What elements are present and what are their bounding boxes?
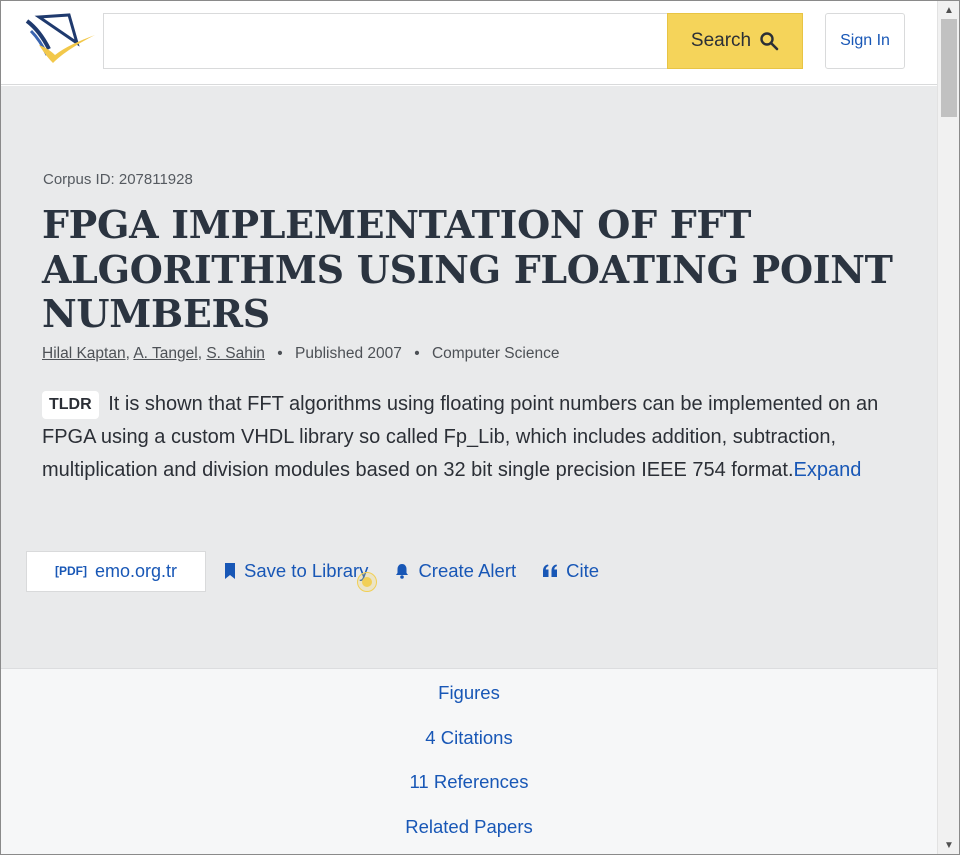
author-link[interactable]: A. Tangel <box>133 345 197 362</box>
alert-label: Create Alert <box>418 560 517 581</box>
paper-meta: Hilal Kaptan, A. Tangel, S. Sahin • Publ… <box>42 345 560 362</box>
separator-dot: • <box>414 345 420 362</box>
publication-date: Published 2007 <box>295 345 402 362</box>
search-button[interactable]: Search <box>667 13 803 69</box>
search-icon <box>760 32 779 51</box>
save-label: Save to Library <box>244 560 369 581</box>
expand-link[interactable]: Expand <box>794 459 862 481</box>
save-to-library-button[interactable]: Save to Library <box>224 560 377 592</box>
pdf-source: emo.org.tr <box>94 560 178 581</box>
paper-actions: [PDF] emo.org.tr Save to Library Create … <box>26 550 599 592</box>
nav-citations[interactable]: 4 Citations <box>1 727 937 749</box>
field-of-study: Computer Science <box>431 345 560 362</box>
tldr-text: It is shown that FFT algorithms using fl… <box>42 393 879 481</box>
author-link[interactable]: Hilal Kaptan <box>42 345 126 362</box>
semantic-scholar-logo-icon[interactable] <box>25 13 97 67</box>
bell-icon <box>396 564 409 579</box>
vertical-scrollbar[interactable]: ▲ ▼ <box>937 1 959 854</box>
bookmark-icon <box>225 563 235 579</box>
paper-section-nav: Figures 4 Citations 11 References Relate… <box>1 668 937 854</box>
tldr-section: TLDR It is shown that FFT algorithms usi… <box>42 388 912 487</box>
pdf-button[interactable]: [PDF] emo.org.tr <box>26 550 206 592</box>
author-link[interactable]: S. Sahin <box>206 345 265 362</box>
sign-in-button[interactable]: Sign In <box>825 13 905 69</box>
paper-detail: Corpus ID: 207811928 FPGA IMPLEMENTATION… <box>1 86 937 668</box>
separator-dot: • <box>277 345 283 362</box>
paper-title: FPGA IMPLEMENTATION OF FFT ALGORITHMS US… <box>42 202 893 336</box>
corpus-id: Corpus ID: 207811928 <box>43 171 193 188</box>
nav-references[interactable]: 11 References <box>1 771 937 793</box>
create-alert-button[interactable]: Create Alert <box>394 560 516 582</box>
site-header: Search Sign In <box>1 1 937 85</box>
cite-label: Cite <box>566 560 600 581</box>
search-button-label: Search <box>690 30 752 51</box>
nav-figures[interactable]: Figures <box>1 682 937 704</box>
cite-button[interactable]: Cite <box>542 560 599 582</box>
sign-in-label: Sign In <box>840 32 890 49</box>
quote-icon <box>543 564 558 577</box>
tldr-badge: TLDR <box>42 391 99 419</box>
scroll-up-arrow-icon[interactable]: ▲ <box>938 1 960 19</box>
cursor-indicator <box>357 572 377 592</box>
scroll-down-arrow-icon[interactable]: ▼ <box>938 836 960 854</box>
scroll-thumb[interactable] <box>941 19 957 117</box>
search-input[interactable] <box>103 13 668 69</box>
pdf-tag: [PDF] <box>54 564 87 578</box>
nav-related-papers[interactable]: Related Papers <box>1 816 937 838</box>
